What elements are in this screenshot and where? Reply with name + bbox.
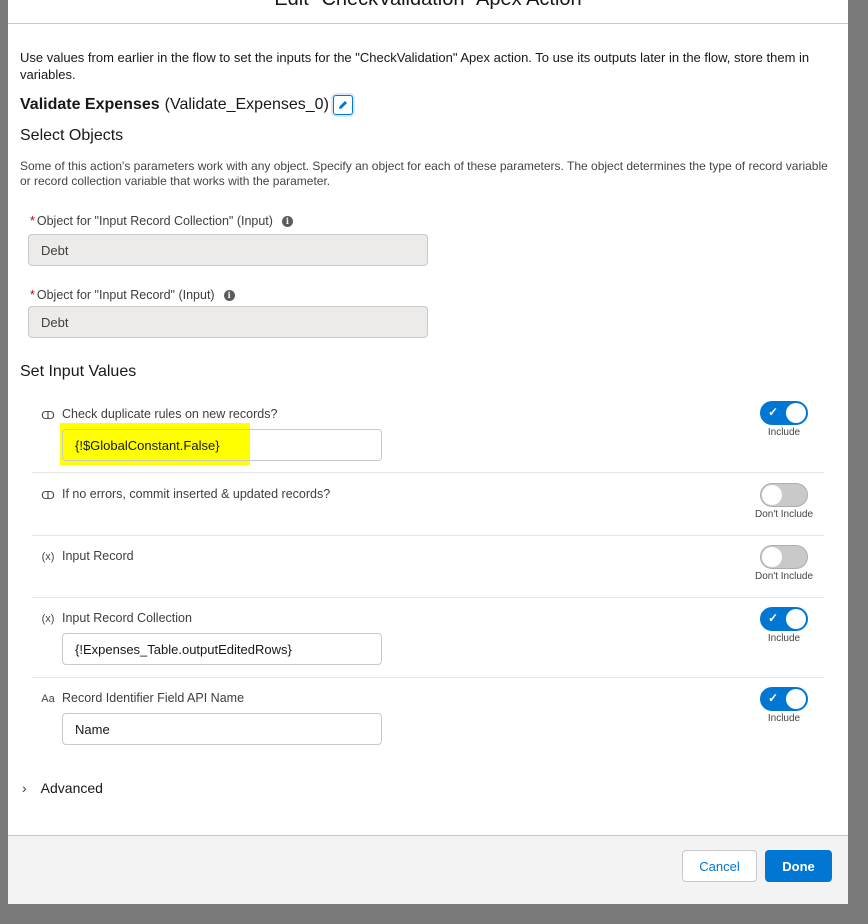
pencil-icon: [338, 101, 347, 109]
required-marker: *: [30, 214, 35, 228]
action-api-name: (Validate_Expenses_0): [164, 96, 329, 113]
toggle-knob: [762, 547, 782, 567]
action-label: Validate Expenses: [20, 96, 160, 113]
toggle-switch[interactable]: ✓: [760, 607, 808, 631]
row-label: Input Record Collection: [62, 611, 192, 625]
toggle-switch[interactable]: ✓: [760, 687, 808, 711]
modal-title: Edit "CheckValidation" Apex Action: [8, 0, 848, 11]
toggle-knob: [762, 485, 782, 505]
chevron-right-icon: ›: [22, 780, 27, 796]
advanced-label: Advanced: [40, 780, 103, 796]
object-input-collection[interactable]: Debt: [28, 234, 428, 266]
edit-button[interactable]: [332, 95, 353, 115]
input-row-record-collection: (x) Input Record Collection {!Expenses_T…: [32, 607, 824, 678]
object-label-record: * Object for "Input Record" (Input) i: [30, 288, 235, 302]
advanced-section-toggle[interactable]: › Advanced: [22, 780, 103, 796]
boolean-icon: ↀ: [41, 489, 55, 502]
toggle-text: Don't Include: [754, 509, 814, 520]
include-toggle[interactable]: ✓ Include: [744, 687, 824, 724]
check-icon: ✓: [768, 611, 779, 625]
done-button[interactable]: Done: [765, 850, 832, 882]
toggle-knob: [786, 689, 806, 709]
toggle-knob: [786, 403, 806, 423]
select-objects-title: Select Objects: [20, 127, 124, 144]
include-toggle[interactable]: Don't Include: [744, 483, 824, 520]
field-label: Object for "Input Record Collection" (In…: [36, 214, 273, 228]
row-label: Check duplicate rules on new records?: [62, 407, 278, 421]
include-toggle[interactable]: ✓ Include: [744, 607, 824, 644]
value-input[interactable]: {!$GlobalConstant.False}: [62, 429, 382, 461]
text-icon: Aa: [41, 693, 55, 705]
value-input[interactable]: Name: [62, 713, 382, 745]
modal: Edit "CheckValidation" Apex Action Use v…: [8, 0, 848, 904]
object-input-record[interactable]: Debt: [28, 306, 428, 338]
toggle-text: Include: [767, 713, 801, 724]
variable-icon: (x): [41, 613, 55, 625]
toggle-knob: [786, 609, 806, 629]
include-toggle[interactable]: ✓ Include: [744, 401, 824, 438]
info-icon[interactable]: i: [223, 289, 235, 301]
field-label: Object for "Input Record" (Input): [36, 288, 215, 302]
toggle-switch[interactable]: ✓: [760, 401, 808, 425]
include-toggle[interactable]: Don't Include: [744, 545, 824, 582]
check-icon: ✓: [768, 691, 779, 705]
input-row-record-identifier: Aa Record Identifier Field API Name Name…: [32, 687, 824, 757]
set-input-values-title: Set Input Values: [20, 363, 137, 380]
toggle-text: Don't Include: [754, 571, 814, 582]
cancel-button[interactable]: Cancel: [682, 850, 757, 882]
required-marker: *: [30, 288, 35, 302]
value-input[interactable]: {!Expenses_Table.outputEditedRows}: [62, 633, 382, 665]
check-icon: ✓: [768, 405, 779, 419]
toggle-text: Include: [767, 633, 801, 644]
modal-footer: Cancel Done: [8, 835, 848, 904]
row-label: Record Identifier Field API Name: [62, 691, 245, 705]
modal-header: Edit "CheckValidation" Apex Action: [8, 0, 848, 24]
input-row-check-duplicate: ↀ Check duplicate rules on new records? …: [32, 401, 824, 473]
input-row-input-record: (x) Input Record Don't Include: [32, 545, 824, 598]
row-label: If no errors, commit inserted & updated …: [62, 487, 331, 501]
row-label: Input Record: [62, 549, 134, 563]
variable-icon: (x): [41, 551, 55, 563]
toggle-switch[interactable]: [760, 483, 808, 507]
input-row-commit-records: ↀ If no errors, commit inserted & update…: [32, 483, 824, 536]
toggle-text: Include: [767, 427, 801, 438]
action-name: Validate Expenses (Validate_Expenses_0): [20, 95, 353, 115]
object-label-collection: * Object for "Input Record Collection" (…: [30, 214, 293, 228]
info-icon[interactable]: i: [281, 215, 293, 227]
toggle-switch[interactable]: [760, 545, 808, 569]
boolean-icon: ↀ: [41, 409, 55, 422]
select-objects-description: Some of this action's parameters work wi…: [20, 159, 828, 188]
intro-text: Use values from earlier in the flow to s…: [20, 50, 810, 82]
